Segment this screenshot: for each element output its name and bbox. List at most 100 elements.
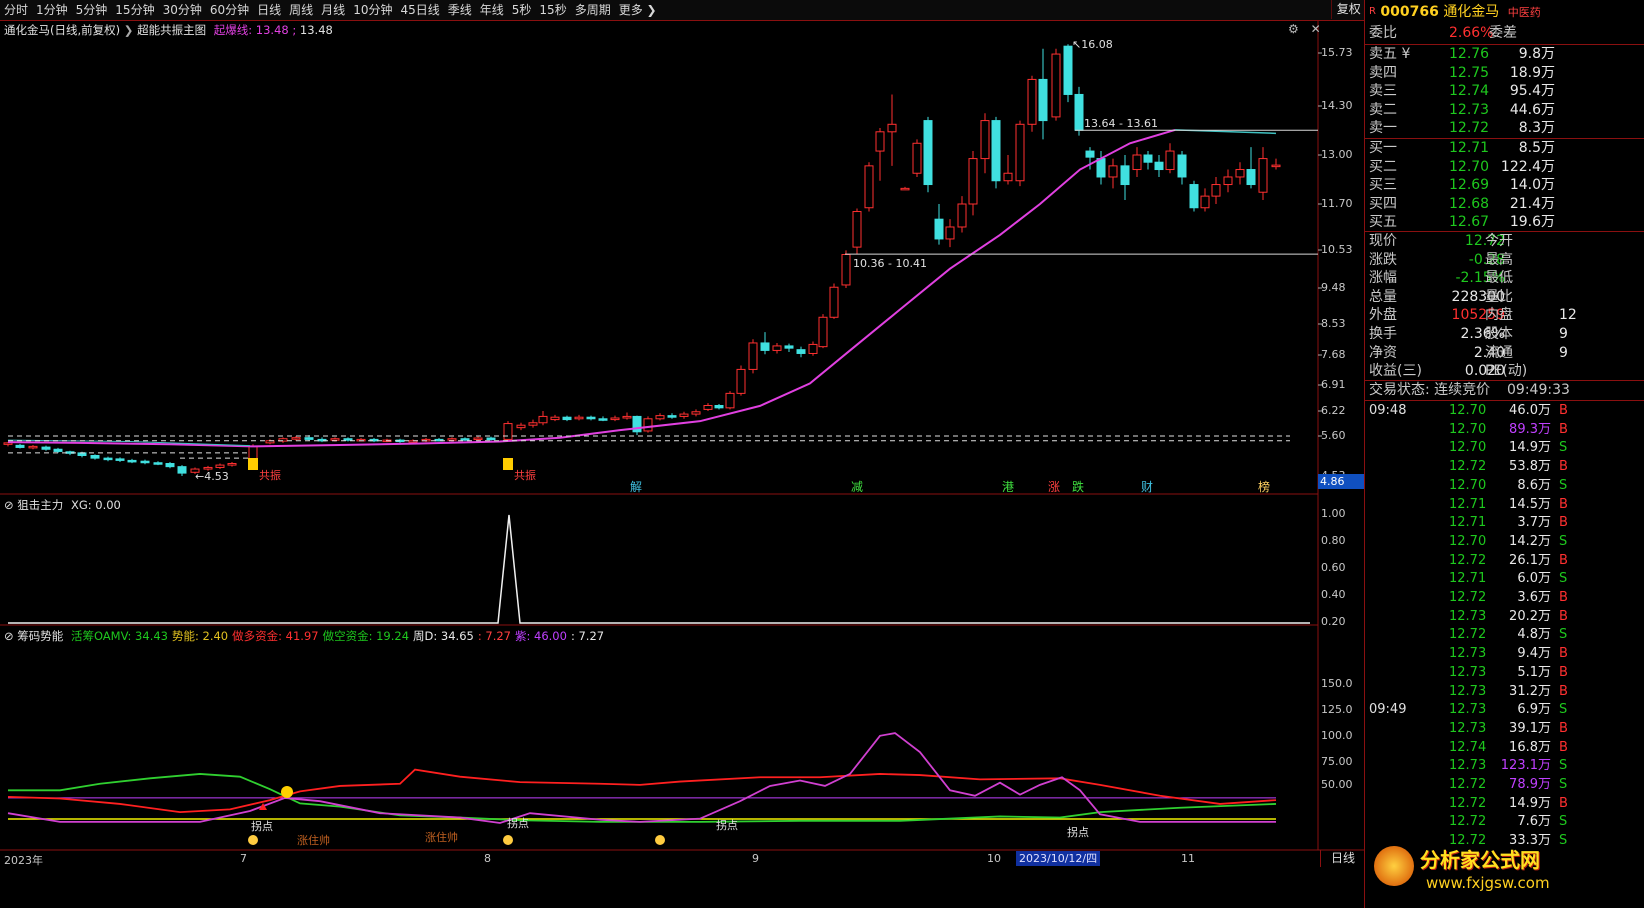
period-tab[interactable]: 月线: [317, 0, 349, 20]
tick-row: 12.74 16.8万 B: [1369, 739, 1644, 757]
stat-value-2: 9: [1559, 344, 1568, 361]
bid-label: 买五: [1369, 214, 1397, 231]
period-switch-button[interactable]: 日线: [1320, 850, 1365, 867]
tick-price: 12.71: [1449, 515, 1487, 531]
candle-body: [968, 158, 978, 205]
panel3-name[interactable]: 筹码势能: [17, 629, 63, 643]
period-tab[interactable]: 30分钟: [159, 0, 206, 20]
event-tag: 榜: [1258, 479, 1270, 494]
bid-row[interactable]: 买二 12.70 122.4万: [1369, 158, 1644, 177]
period-tab[interactable]: 日线: [253, 0, 285, 20]
candle-body: [538, 415, 548, 424]
metric-label: 做多资金:: [232, 629, 282, 643]
ask-row[interactable]: 卖四 12.75 18.9万: [1369, 64, 1644, 83]
panel3-metric: 活筹OAMV: 34.43: [71, 629, 168, 643]
period-tab[interactable]: 季线: [444, 0, 476, 20]
ask-row[interactable]: 卖一 12.72 8.3万: [1369, 119, 1644, 138]
panel2-name[interactable]: 狙击主力: [17, 498, 63, 512]
tick-row: 12.70 8.6万 S: [1369, 477, 1644, 495]
weibi-row: 委比 2.66% 委差: [1369, 24, 1644, 43]
stat-label-2: 流通: [1485, 344, 1513, 361]
candle-body: [215, 464, 225, 468]
candle-body: [760, 342, 770, 351]
toolbar-button[interactable]: 复权: [1330, 0, 1366, 19]
sector-tag[interactable]: 中医药: [1508, 6, 1541, 19]
candle-body: [140, 460, 150, 464]
ask-row[interactable]: 卖五 ¥ 12.76 9.8万: [1369, 45, 1644, 64]
period-tab[interactable]: 多周期: [571, 0, 615, 20]
tick-price: 12.72: [1449, 552, 1487, 568]
period-tab[interactable]: 45日线: [396, 0, 443, 20]
bid-price: 12.70: [1449, 158, 1490, 175]
bid-volume: 19.6万: [1509, 214, 1555, 231]
candle-body: [912, 142, 922, 174]
tick-row: 12.70 14.9万 S: [1369, 439, 1644, 457]
period-tab[interactable]: 5秒: [508, 0, 536, 20]
tick-volume: 9.4万: [1517, 646, 1551, 662]
bid-row[interactable]: 买三 12.69 14.0万: [1369, 176, 1644, 195]
period-tab[interactable]: 60分钟: [206, 0, 253, 20]
settings-icon[interactable]: ⚙: [1288, 22, 1299, 36]
stat-label: 总量: [1369, 288, 1397, 305]
period-tab[interactable]: 15分钟: [111, 0, 158, 20]
candle-body: [304, 437, 314, 440]
bid-row[interactable]: 买五 12.67 19.6万: [1369, 213, 1644, 232]
period-tab[interactable]: 年线: [476, 0, 508, 20]
candle-body: [598, 418, 608, 421]
tick-volume: 53.8万: [1509, 459, 1551, 475]
candle-body: [655, 415, 665, 420]
date-label: 2023年: [4, 854, 43, 867]
candle-body: [343, 438, 353, 441]
candle-body: [864, 165, 874, 209]
event-tag: 涨: [1048, 479, 1060, 494]
tick-side: B: [1559, 421, 1568, 437]
period-tab[interactable]: 周线: [285, 0, 317, 20]
period-tab[interactable]: 1分钟: [32, 0, 72, 20]
period-tab[interactable]: 10分钟: [349, 0, 396, 20]
candle-body: [1027, 78, 1037, 125]
indicator-name[interactable]: 超能共振主图: [137, 23, 206, 37]
stat-row: 净资 2.40 流通 9: [1369, 344, 1644, 363]
weibi-value: 2.66%: [1449, 25, 1494, 41]
candlesticks: [3, 44, 1281, 476]
close-icon[interactable]: ✕: [1311, 22, 1321, 36]
stat-row: 涨跌 -0.28 最高: [1369, 251, 1644, 270]
bid-row[interactable]: 买一 12.71 8.5万: [1369, 139, 1644, 158]
tick-volume: 46.0万: [1509, 403, 1551, 418]
panel2-toggle-icon[interactable]: ⊘: [4, 498, 14, 512]
bid-row[interactable]: 买四 12.68 21.4万: [1369, 195, 1644, 214]
tick-row: 12.72 7.6万 S: [1369, 813, 1644, 831]
panel2-xg: XG: 0.00: [70, 498, 121, 512]
tick-price: 12.73: [1449, 646, 1487, 662]
tick-volume: 14.2万: [1509, 533, 1551, 549]
tick-side: B: [1559, 590, 1568, 605]
period-tab[interactable]: 5分钟: [72, 0, 112, 20]
tick-volume: 123.1万: [1500, 758, 1551, 774]
period-tab[interactable]: 15秒: [535, 0, 570, 20]
event-tag: 减: [851, 480, 863, 494]
bid-price: 12.68: [1449, 195, 1490, 212]
hand-icon: [503, 835, 513, 845]
period-tab[interactable]: 更多 ❯: [615, 0, 661, 20]
candle-body: [165, 463, 175, 468]
period-tab[interactable]: 分时: [0, 0, 32, 20]
candle-body: [516, 424, 526, 429]
panel3-toggle-icon[interactable]: ⊘: [4, 629, 14, 643]
ask-volume: 8.3万: [1518, 120, 1555, 137]
candle-body: [887, 123, 897, 133]
panel-controls: ⚙ ✕: [1288, 22, 1321, 36]
stat-row: 换手 2.36% 股本 9: [1369, 325, 1644, 344]
tick-row: 12.73 39.1万 B: [1369, 720, 1644, 738]
panel2-tick: 0.20: [1321, 615, 1346, 628]
candle-body: [1132, 154, 1142, 171]
tick-volume: 7.6万: [1517, 814, 1551, 830]
candle-body: [550, 416, 560, 421]
tick-price: 12.72: [1449, 627, 1487, 643]
ask-row[interactable]: 卖二 12.73 44.6万: [1369, 101, 1644, 120]
ask-row[interactable]: 卖三 12.74 95.4万: [1369, 82, 1644, 101]
chart-area[interactable]: ↖16.08 ←4.53 13.64 - 13.61 10.36 - 10.41 解 减 港…: [0, 21, 1364, 908]
tick-volume: 89.3万: [1509, 421, 1551, 437]
candle-body: [1051, 53, 1061, 118]
quote-header: R 000766 通化金马 中医药: [1369, 2, 1541, 22]
dropdown-icon[interactable]: ❯: [124, 23, 134, 37]
